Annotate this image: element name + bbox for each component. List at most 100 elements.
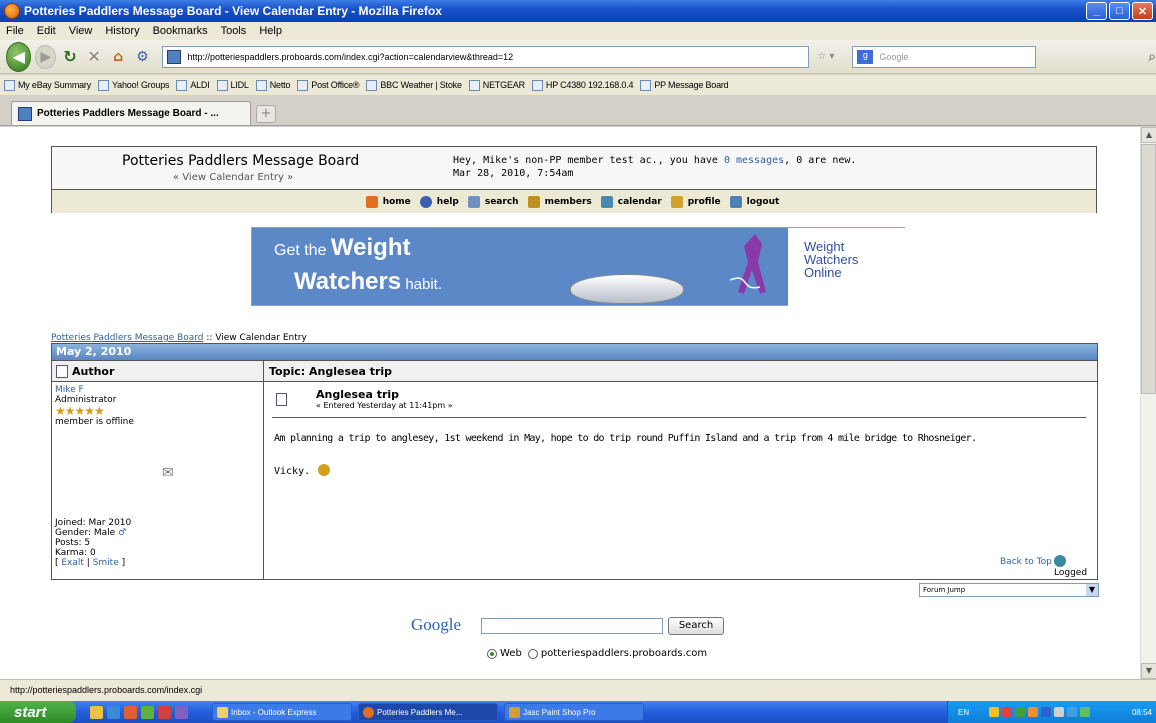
board-title: Potteries Paddlers Message Board (122, 153, 360, 169)
menu-edit[interactable]: Edit (37, 25, 56, 37)
nav-search[interactable]: search (467, 195, 522, 208)
bookmark-ebay[interactable]: My eBay Summary (4, 79, 91, 91)
nav-home[interactable]: home (365, 195, 414, 208)
tab-potteries-paddlers[interactable]: Potteries Paddlers Message Board - ... (11, 101, 251, 125)
radio-web-label: Web (500, 648, 522, 659)
page-content: Potteries Paddlers Message Board « View … (0, 127, 1140, 679)
search-magnifier-icon[interactable]: ⌕ (1148, 49, 1156, 65)
taskbar-outlook[interactable]: Inbox - Outlook Express (212, 703, 352, 721)
addon-button[interactable]: ⚙ (132, 45, 152, 69)
paint-shop-pro-icon (509, 706, 520, 718)
reload-button[interactable]: ↻ (60, 45, 80, 69)
taskbar-firefox[interactable]: Potteries Paddlers Me... (358, 703, 498, 721)
quick-launch-icon[interactable] (175, 705, 188, 719)
bookmark-hp-printer[interactable]: HP C4380 192.168.0.4 (531, 79, 634, 91)
home-button[interactable]: ⌂ (108, 45, 128, 69)
bookmark-label: LIDL (230, 80, 249, 90)
bookmark-star-icon[interactable]: ☆ ▾ (817, 51, 842, 62)
weight-watchers-ad[interactable]: Get the Weight Watchers habit. Weight Wa… (251, 227, 905, 306)
quick-launch-icon[interactable] (141, 705, 154, 719)
menu-view[interactable]: View (69, 25, 93, 37)
greeting-suffix: , 0 are new. (784, 155, 857, 166)
document-icon (56, 364, 68, 378)
scroll-up-icon[interactable]: ▲ (1141, 127, 1156, 143)
bookmark-lidl[interactable]: LIDL (216, 79, 249, 91)
google-search-button[interactable]: Search (668, 617, 724, 635)
search-input[interactable]: g Google (852, 45, 1037, 68)
google-search-input[interactable] (481, 618, 663, 634)
user-greeting: Hey, Mike's non-PP member test ac., you … (453, 155, 856, 166)
post-panel: Anglesea trip « Entered Yesterday at 11:… (264, 382, 1097, 579)
scroll-down-icon[interactable]: ▼ (1141, 663, 1156, 679)
bookmark-icon (216, 79, 228, 91)
tray-icon[interactable] (989, 707, 1000, 717)
bookmark-post-office[interactable]: Post Office® (297, 79, 360, 91)
exalt-link[interactable]: Exalt (61, 558, 84, 568)
bookmark-netgear[interactable]: NETGEAR (468, 79, 525, 91)
taskbar-paint-shop-pro[interactable]: Jasc Paint Shop Pro (504, 703, 644, 721)
back-to-top-link[interactable]: Back to Top (1000, 557, 1052, 567)
bookmark-pp-message-board[interactable]: PP Message Board (640, 79, 729, 91)
post-document-icon (276, 393, 287, 406)
radio-site[interactable] (527, 648, 538, 659)
author-panel: Mike F Administrator ★★★★★ member is off… (52, 382, 264, 579)
tray-icon[interactable] (1015, 707, 1026, 717)
stop-button[interactable]: ✕ (84, 45, 104, 69)
outlook-icon (217, 706, 228, 718)
menu-help[interactable]: Help (259, 25, 282, 37)
menu-history[interactable]: History (105, 25, 139, 37)
tray-icon[interactable] (1080, 707, 1091, 717)
logged-globe-icon (1054, 555, 1066, 567)
radio-web[interactable] (487, 648, 497, 659)
greeting-text: Hey, Mike's non-PP member test ac., you … (453, 155, 718, 166)
nav-help[interactable]: help (419, 195, 462, 208)
messages-link[interactable]: 0 messages (724, 155, 784, 166)
scroll-thumb[interactable] (1141, 144, 1156, 394)
tray-icon[interactable] (1067, 707, 1078, 717)
url-bar[interactable]: http://potteriespaddlers.proboards.com/i… (162, 45, 810, 68)
post-timestamp: « Entered Yesterday at 11:41pm » (316, 401, 453, 410)
post-title: Anglesea trip (316, 388, 400, 401)
menu-bookmarks[interactable]: Bookmarks (153, 25, 208, 37)
calendar-entry-table: May 2, 2010 Author Topic: Anglesea trip … (51, 343, 1098, 580)
breadcrumb-root-link[interactable]: Potteries Paddlers Message Board (51, 333, 204, 343)
menu-file[interactable]: File (6, 25, 24, 37)
nav-profile[interactable]: profile (670, 195, 724, 208)
vertical-scrollbar[interactable]: ▲ ▼ (1140, 127, 1156, 679)
home-icon (365, 195, 378, 208)
quick-launch-icon[interactable] (107, 705, 120, 719)
private-message-icon[interactable]: ✉ (162, 465, 174, 481)
start-button[interactable]: start (0, 701, 76, 723)
minimize-button[interactable]: _ (1086, 2, 1107, 20)
bookmark-yahoo-groups[interactable]: Yahoo! Groups (98, 79, 170, 91)
tray-icon[interactable] (1054, 707, 1065, 717)
bookmark-netto[interactable]: Netto (255, 79, 290, 91)
back-button[interactable]: ◀ (6, 41, 32, 72)
nav-logout[interactable]: logout (729, 195, 783, 208)
board-header: Potteries Paddlers Message Board « View … (51, 146, 1097, 213)
quick-launch-icon[interactable] (90, 705, 103, 719)
forward-button[interactable]: ▶ (35, 44, 56, 69)
quick-launch-icon[interactable] (124, 705, 137, 719)
gender-text: Gender: Male (55, 528, 116, 538)
bookmark-bbc-weather[interactable]: BBC Weather | Stoke (366, 79, 462, 91)
author-name-link[interactable]: Mike F (55, 385, 260, 395)
language-indicator[interactable]: EN (958, 708, 969, 717)
tray-icon[interactable] (1028, 707, 1039, 717)
tray-icon[interactable] (1002, 707, 1013, 717)
close-button[interactable]: ✕ (1132, 2, 1153, 20)
quick-launch-icon[interactable] (158, 705, 171, 719)
nav-calendar[interactable]: calendar (600, 195, 665, 208)
new-tab-button[interactable]: + (256, 105, 276, 123)
tray-icon[interactable] (1041, 707, 1052, 717)
breadcrumb-current: View Calendar Entry (215, 333, 307, 343)
bookmark-aldi[interactable]: ALDI (176, 79, 210, 91)
nav-members[interactable]: members (527, 195, 595, 208)
bookmark-label: Post Office® (311, 80, 360, 90)
smite-link[interactable]: Smite (93, 558, 119, 568)
maximize-button[interactable]: □ (1109, 2, 1130, 20)
menu-tools[interactable]: Tools (221, 25, 247, 37)
post-divider (272, 417, 1086, 418)
status-bar: http://potteriespaddlers.proboards.com/i… (0, 679, 1156, 701)
forum-jump-select[interactable]: Forum Jump ▼ (919, 583, 1099, 597)
